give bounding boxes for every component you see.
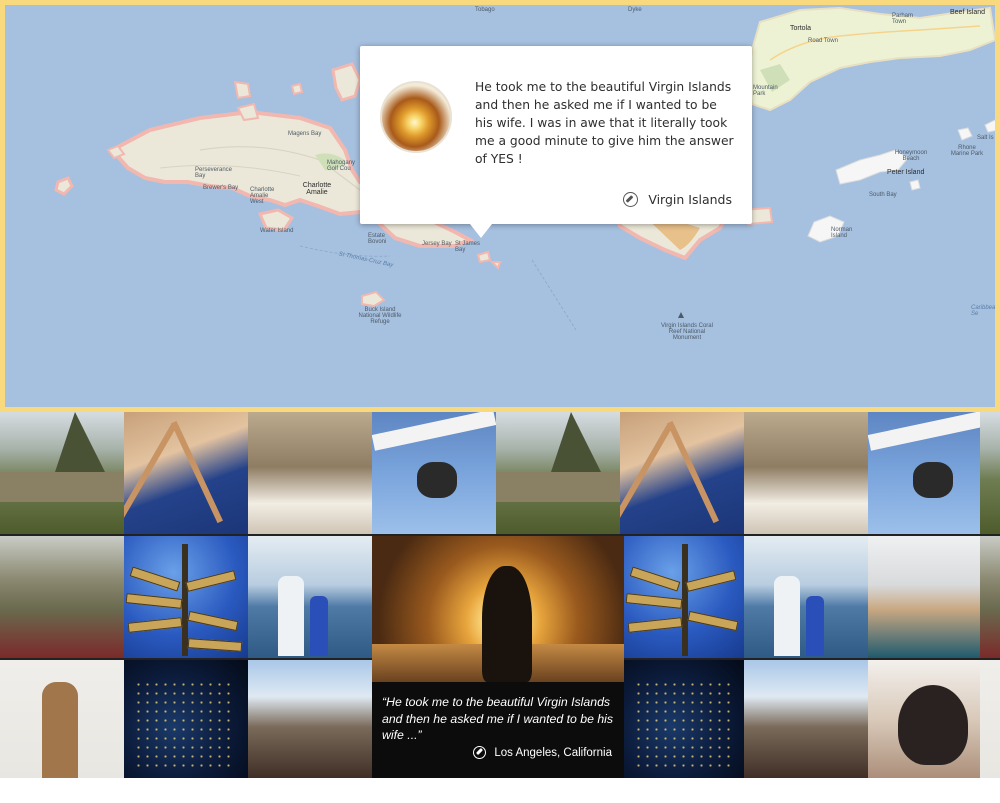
photo-tile-father-son[interactable] [248, 536, 372, 658]
map-label-buck-island: Buck Island National Wildlife Refuge [358, 307, 402, 325]
photo-tile-laughing-woman[interactable] [868, 660, 992, 778]
photo-tile-building[interactable] [124, 412, 248, 534]
photo-tile-machu-picchu[interactable] [496, 412, 620, 534]
photo-tile-children[interactable] [248, 660, 372, 778]
featured-photo[interactable] [372, 536, 624, 682]
map-label-salt-island: Salt Is [977, 135, 994, 141]
photo-tile-wedding[interactable] [248, 412, 372, 534]
map-label-tortola: Tortola [790, 25, 812, 32]
featured-story[interactable]: “He took me to the beautiful Virgin Isla… [372, 536, 624, 778]
map-label-beef-island: Beef Island [950, 9, 986, 16]
map-label-honeymoon-beach: Honeymoon Beach [894, 150, 928, 162]
photo-tile-soldier[interactable] [980, 536, 1000, 658]
compass-icon [473, 746, 487, 759]
couple-avatar [380, 81, 452, 153]
map-label-coral-reef: Virgin Islands Coral Reef National Monum… [661, 323, 713, 341]
map-label-magens-bay: Magens Bay [288, 131, 322, 137]
story-location-label: Virgin Islands [648, 192, 732, 207]
story-popup[interactable]: He took me to the beautiful Virgin Islan… [360, 46, 752, 238]
map-label-jersey-bay: Jersey Bay [422, 241, 452, 247]
photo-tile-skydive[interactable] [372, 412, 496, 534]
map[interactable]: Tobago Dyke Beef Island Parham Town Tort… [0, 0, 1000, 412]
islet [290, 82, 304, 96]
map-label-south-bay: South Bay [869, 192, 897, 198]
photo-tile-machu-picchu[interactable] [0, 412, 124, 534]
map-label-tobago: Tobago [475, 7, 495, 13]
photo-tile-couple-hug[interactable] [868, 536, 992, 658]
photo-tile-earth-night[interactable] [124, 660, 248, 778]
featured-quote: “He took me to the beautiful Virgin Isla… [382, 695, 614, 742]
islet [233, 80, 252, 100]
compass-icon [623, 192, 639, 207]
photo-tile-wedding[interactable] [744, 412, 868, 534]
photo-tile-signpost[interactable] [124, 536, 248, 658]
photo-tile-children[interactable] [744, 660, 868, 778]
map-label-peter-island: Peter Island [887, 169, 925, 176]
map-label-norman-island: Norman Island [831, 227, 853, 239]
photo-tile-machu-picchu[interactable] [980, 412, 1000, 534]
photo-tile-earth-night[interactable] [624, 660, 744, 778]
photo-tile-building[interactable] [620, 412, 744, 534]
map-label-caribbean-sea: Caribbean Se [971, 305, 999, 317]
map-label-dyke: Dyke [628, 7, 642, 13]
page-footer-space [0, 778, 1000, 803]
photo-grid: “He took me to the beautiful Virgin Isla… [0, 412, 1000, 778]
map-label-charlotte-amalie: Charlotte Amalie [302, 182, 332, 196]
map-label-rhone-marine-park: Rhone Marine Park [950, 145, 984, 157]
featured-location-label: Los Angeles, California [494, 746, 612, 759]
map-label-mountain-park: Mountain Park [753, 85, 778, 97]
photo-tile-skydive[interactable] [868, 412, 992, 534]
map-label-brewers-bay: Brewer's Bay [203, 185, 239, 191]
photo-tile-woman[interactable] [0, 660, 124, 778]
photo-tile-woman[interactable] [980, 660, 1000, 778]
map-label-estate-bovoni: Estate Bovoni [368, 233, 387, 245]
map-label-charlotte-amalie-west: Charlotte Amalie West [250, 187, 275, 205]
map-label-parham-town: Parham Town [892, 13, 914, 25]
photo-tile-signpost[interactable] [624, 536, 744, 658]
story-text: He took me to the beautiful Virgin Islan… [475, 80, 734, 166]
map-label-road-town: Road Town [808, 38, 838, 44]
popup-pointer [470, 224, 492, 238]
islet [476, 250, 492, 264]
featured-caption: “He took me to the beautiful Virgin Isla… [372, 682, 624, 778]
featured-location[interactable]: Los Angeles, California [473, 746, 612, 759]
story-location[interactable]: Virgin Islands [623, 192, 732, 207]
map-label-water-island: Water Island [260, 228, 294, 234]
photo-tile-soldier[interactable] [0, 536, 124, 658]
map-label-perseverance-bay: Perseverance Bay [195, 167, 233, 179]
map-label-st-james-bay: St James Bay [455, 241, 481, 253]
cooper-island [909, 179, 921, 191]
photo-tile-father-son[interactable] [744, 536, 868, 658]
